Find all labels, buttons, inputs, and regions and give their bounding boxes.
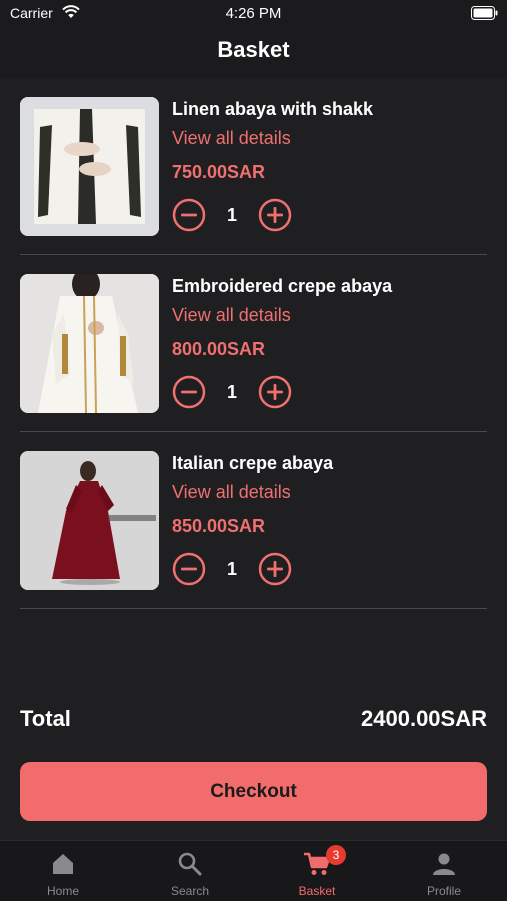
product-image[interactable] <box>20 451 159 590</box>
status-time: 4:26 PM <box>225 5 282 22</box>
tab-label: Basket <box>298 884 336 898</box>
plus-circle-icon[interactable] <box>258 198 292 232</box>
person-icon <box>381 851 507 877</box>
tab-bar: Home Search 3 Basket Profile <box>0 840 507 901</box>
tab-home[interactable]: Home <box>0 841 126 901</box>
quantity-value: 1 <box>226 559 237 579</box>
cart-icon <box>254 851 380 877</box>
basket-item: Embroidered crepe abaya View all details… <box>20 255 487 432</box>
cart-count-badge: 3 <box>326 845 346 865</box>
search-icon <box>127 851 253 877</box>
product-price: 750.00SAR <box>172 162 266 182</box>
minus-circle-icon[interactable] <box>172 552 206 586</box>
minus-circle-icon[interactable] <box>172 198 206 232</box>
total-row: Total 2400.00SAR <box>20 706 487 736</box>
plus-circle-icon[interactable] <box>258 552 292 586</box>
battery-icon <box>471 6 499 25</box>
product-price: 850.00SAR <box>172 516 266 536</box>
quantity-stepper: 1 <box>172 552 312 586</box>
tab-label: Profile <box>426 884 461 898</box>
product-image[interactable] <box>20 97 159 236</box>
tab-basket[interactable]: 3 Basket <box>254 841 380 901</box>
product-name[interactable]: Embroidered crepe abaya <box>172 276 392 297</box>
view-details-link[interactable]: View all details <box>172 128 291 149</box>
product-price: 800.00SAR <box>172 339 266 359</box>
status-bar: Carrier 4:26 PM <box>0 0 507 28</box>
tab-label: Search <box>170 884 210 898</box>
page-title: Basket <box>217 37 290 62</box>
basket-item: Italian crepe abaya View all details 850… <box>20 432 487 609</box>
product-image[interactable] <box>20 274 159 413</box>
tab-label: Home <box>46 884 79 898</box>
tab-profile[interactable]: Profile <box>381 841 507 901</box>
product-name[interactable]: Italian crepe abaya <box>172 453 333 474</box>
basket-list: Linen abaya with shakk View all details … <box>20 78 487 609</box>
basket-item: Linen abaya with shakk View all details … <box>20 78 487 255</box>
tab-search[interactable]: Search <box>127 841 253 901</box>
total-value: 2400.00SAR <box>361 706 487 731</box>
quantity-stepper: 1 <box>172 198 312 232</box>
view-details-link[interactable]: View all details <box>172 305 291 326</box>
minus-circle-icon[interactable] <box>172 375 206 409</box>
home-icon <box>0 851 126 877</box>
product-name[interactable]: Linen abaya with shakk <box>172 99 373 120</box>
checkout-button[interactable]: Checkout <box>20 762 487 821</box>
quantity-value: 1 <box>226 205 237 225</box>
view-details-link[interactable]: View all details <box>172 482 291 503</box>
quantity-stepper: 1 <box>172 375 312 409</box>
quantity-value: 1 <box>226 382 237 402</box>
total-label: Total <box>20 706 71 731</box>
plus-circle-icon[interactable] <box>258 375 292 409</box>
